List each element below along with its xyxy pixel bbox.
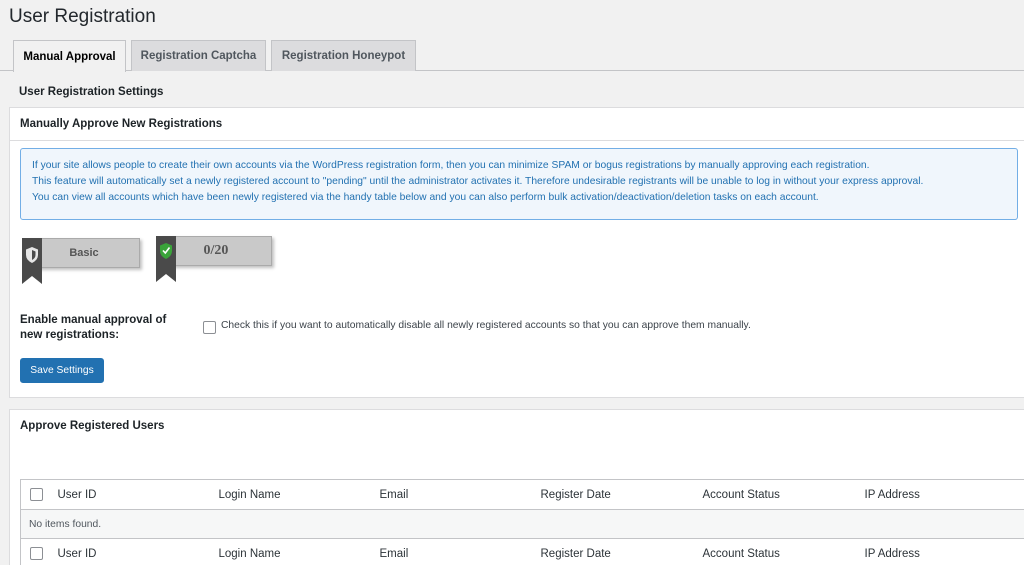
enable-approval-checkbox[interactable] [203, 321, 216, 334]
tab-registration-honeypot[interactable]: Registration Honeypot [271, 40, 416, 71]
table-footer-row: User ID Login Name Email Register Date A… [20, 538, 1024, 565]
column-register-date-footer[interactable]: Register Date [540, 538, 703, 565]
column-ip-address[interactable]: IP Address [864, 479, 1024, 510]
info-line-3: You can view all accounts which have bee… [32, 192, 819, 203]
column-email-footer[interactable]: Email [379, 538, 541, 565]
manual-approval-panel: Manually Approve New Registrations If yo… [9, 107, 1024, 398]
section-heading: User Registration Settings [19, 86, 164, 98]
info-line-1: If your site allows people to create the… [32, 160, 870, 171]
tab-manual-approval[interactable]: Manual Approval [13, 40, 126, 72]
panel-divider [10, 140, 1024, 141]
info-box: If your site allows people to create the… [20, 148, 1018, 220]
select-all-checkbox-footer[interactable] [30, 547, 43, 560]
select-all-cell-footer [20, 538, 58, 565]
tab-bar: Manual Approval Registration Captcha Reg… [0, 40, 1024, 72]
enable-approval-description: Check this if you want to automatically … [221, 320, 751, 331]
security-score-badge: 0/20 [156, 236, 276, 282]
panel-title: Approve Registered Users [20, 420, 165, 432]
security-level-badge: Basic [22, 238, 142, 284]
tab-registration-captcha[interactable]: Registration Captcha [131, 40, 266, 71]
column-user-id[interactable]: User ID [57, 479, 219, 510]
users-table: User ID Login Name Email Register Date A… [20, 479, 1024, 565]
column-login-name-footer[interactable]: Login Name [218, 538, 380, 565]
security-level-label: Basic [28, 238, 140, 268]
page-title: User Registration [9, 6, 156, 27]
approve-users-panel: Approve Registered Users User ID Login N… [9, 409, 1024, 565]
shield-check-icon [156, 236, 176, 282]
column-account-status[interactable]: Account Status [702, 479, 865, 510]
enable-approval-label: Enable manual approval of new registrati… [20, 314, 167, 341]
table-header-row: User ID Login Name Email Register Date A… [20, 479, 1024, 510]
save-settings-button[interactable]: Save Settings [20, 358, 104, 383]
column-email[interactable]: Email [379, 479, 541, 510]
table-row: No items found. [20, 509, 1024, 539]
select-all-checkbox[interactable] [30, 488, 43, 501]
select-all-cell [20, 479, 58, 510]
column-user-id-footer[interactable]: User ID [57, 538, 219, 565]
shield-ribbon-icon [22, 238, 42, 284]
empty-message: No items found. [20, 509, 1024, 539]
column-ip-address-footer[interactable]: IP Address [864, 538, 1024, 565]
security-score-label: 0/20 [160, 236, 272, 266]
info-line-2: This feature will automatically set a ne… [32, 176, 924, 187]
panel-title: Manually Approve New Registrations [20, 118, 223, 130]
column-register-date[interactable]: Register Date [540, 479, 703, 510]
column-account-status-footer[interactable]: Account Status [702, 538, 865, 565]
column-login-name[interactable]: Login Name [218, 479, 380, 510]
